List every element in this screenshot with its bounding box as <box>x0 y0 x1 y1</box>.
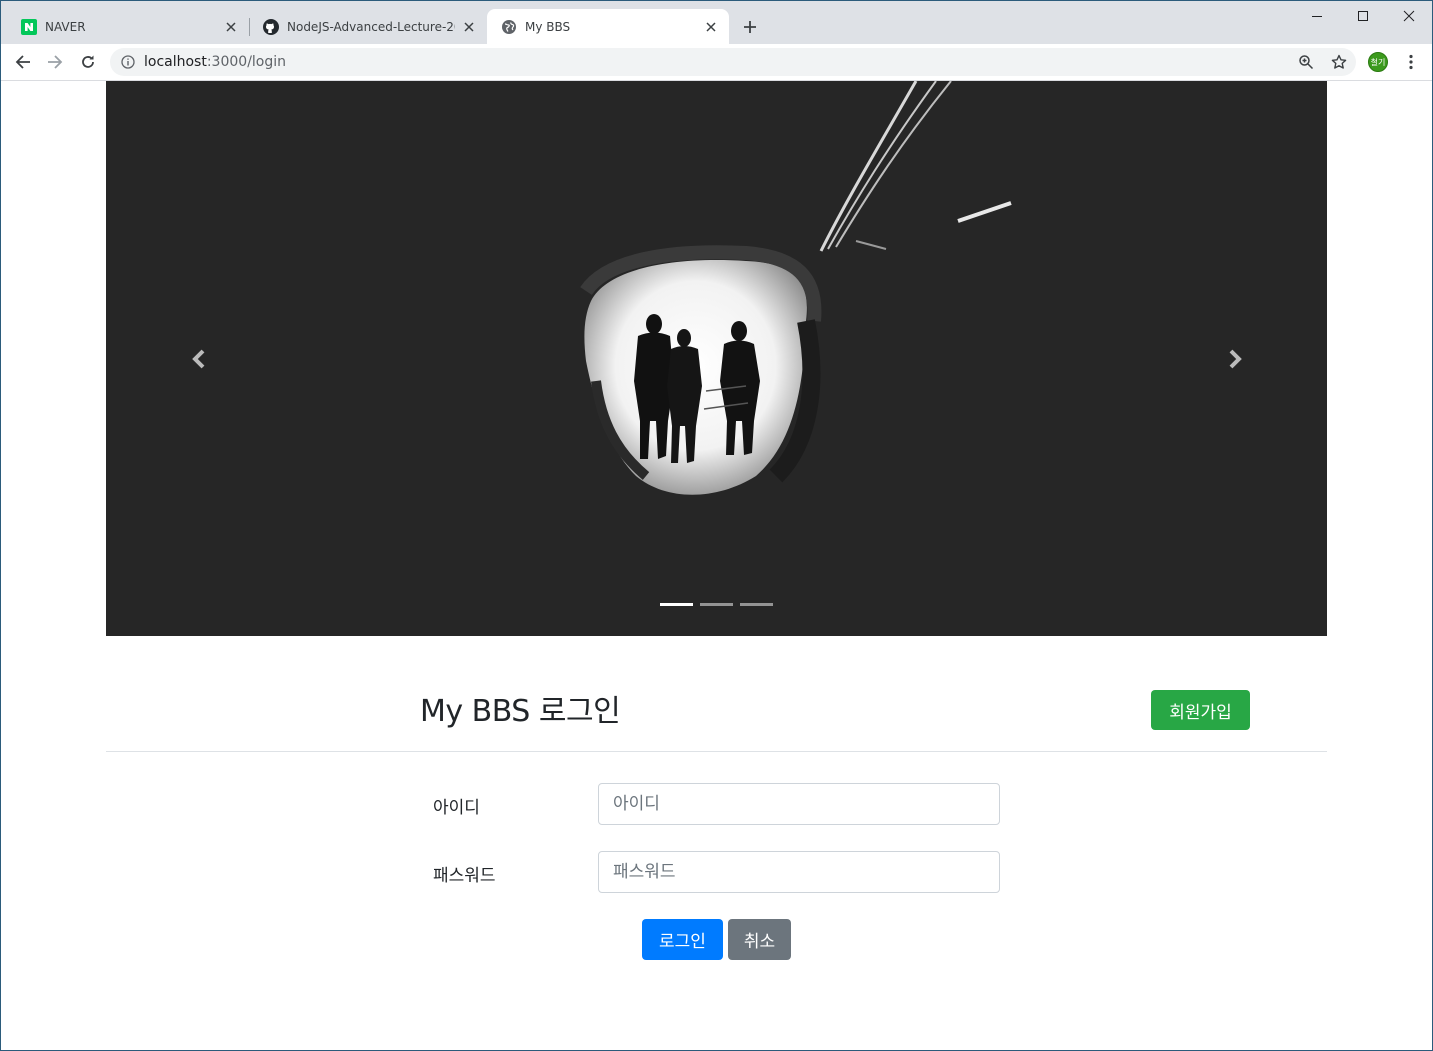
login-button[interactable]: 로그인 <box>642 919 723 960</box>
signup-button[interactable]: 회원가입 <box>1151 690 1250 730</box>
carousel-prev-button[interactable] <box>184 344 214 374</box>
tab-title: NodeJS-Advanced-Lecture-2020 <box>287 19 455 34</box>
carousel-indicator[interactable] <box>700 603 733 606</box>
forward-button[interactable] <box>41 48 69 76</box>
carousel-indicator[interactable] <box>660 603 693 606</box>
menu-button[interactable] <box>1401 50 1421 74</box>
address-url[interactable]: localhost:3000/login <box>144 54 286 70</box>
carousel-indicators <box>660 603 780 606</box>
reload-icon <box>82 55 94 68</box>
chevron-left-icon <box>192 349 205 369</box>
page-content: My BBS 로그인 회원가입 아이디 패스워드 로그인 취소 <box>1 81 1432 1050</box>
more-vert-icon <box>1409 54 1413 70</box>
globe-icon <box>501 19 517 35</box>
zoom-button[interactable] <box>1294 50 1318 74</box>
close-icon[interactable] <box>461 19 477 35</box>
reload-button[interactable] <box>74 48 102 76</box>
zoom-icon <box>1299 55 1314 70</box>
profile-avatar[interactable]: 철기 <box>1368 52 1388 72</box>
image-carousel <box>106 81 1327 636</box>
tab-title: My BBS <box>525 19 571 34</box>
close-icon[interactable] <box>703 19 719 35</box>
address-host: localhost <box>144 54 207 70</box>
browser-window: NAVER NodeJS-Advanced-Lecture-2020 My BB… <box>0 0 1433 1051</box>
username-label: 아이디 <box>433 798 480 818</box>
minimize-button[interactable] <box>1294 1 1340 31</box>
address-bar[interactable]: localhost:3000/login <box>110 48 1356 76</box>
github-icon <box>263 18 279 35</box>
carousel-next-button[interactable] <box>1220 344 1250 374</box>
password-input[interactable] <box>598 851 1000 893</box>
login-header: My BBS 로그인 회원가입 <box>106 666 1327 752</box>
info-icon[interactable] <box>120 54 136 70</box>
username-row: 아이디 <box>433 783 1000 825</box>
tunnel-image <box>580 81 1012 495</box>
close-icon <box>1403 10 1415 22</box>
star-icon <box>1331 54 1347 69</box>
maximize-button[interactable] <box>1340 1 1386 31</box>
plus-icon <box>744 21 756 33</box>
minimize-icon <box>1312 16 1322 17</box>
naver-icon <box>21 18 37 35</box>
page-title: My BBS 로그인 <box>420 694 621 729</box>
close-icon[interactable] <box>223 19 239 35</box>
browser-toolbar: localhost:3000/login 철기 <box>1 44 1432 81</box>
bookmark-button[interactable] <box>1327 50 1351 74</box>
new-tab-button[interactable] <box>738 15 762 39</box>
arrow-left-icon <box>15 55 30 69</box>
username-input[interactable] <box>598 783 1000 825</box>
chevron-right-icon <box>1229 349 1242 369</box>
cancel-button[interactable]: 취소 <box>728 919 791 960</box>
tab-strip: NAVER NodeJS-Advanced-Lecture-2020 My BB… <box>1 1 1432 44</box>
tab-naver[interactable]: NAVER <box>7 9 249 44</box>
password-row: 패스워드 <box>433 851 1000 893</box>
address-path: :3000/login <box>206 54 287 70</box>
tab-my-bbs[interactable]: My BBS <box>487 9 729 44</box>
carousel-indicator[interactable] <box>740 603 773 606</box>
tab-title: NAVER <box>45 19 86 34</box>
tab-github[interactable]: NodeJS-Advanced-Lecture-2020 <box>249 9 487 44</box>
arrow-right-icon <box>48 55 63 69</box>
maximize-icon <box>1358 11 1368 21</box>
password-label: 패스워드 <box>433 866 496 886</box>
back-button[interactable] <box>9 48 37 76</box>
close-window-button[interactable] <box>1386 1 1432 31</box>
